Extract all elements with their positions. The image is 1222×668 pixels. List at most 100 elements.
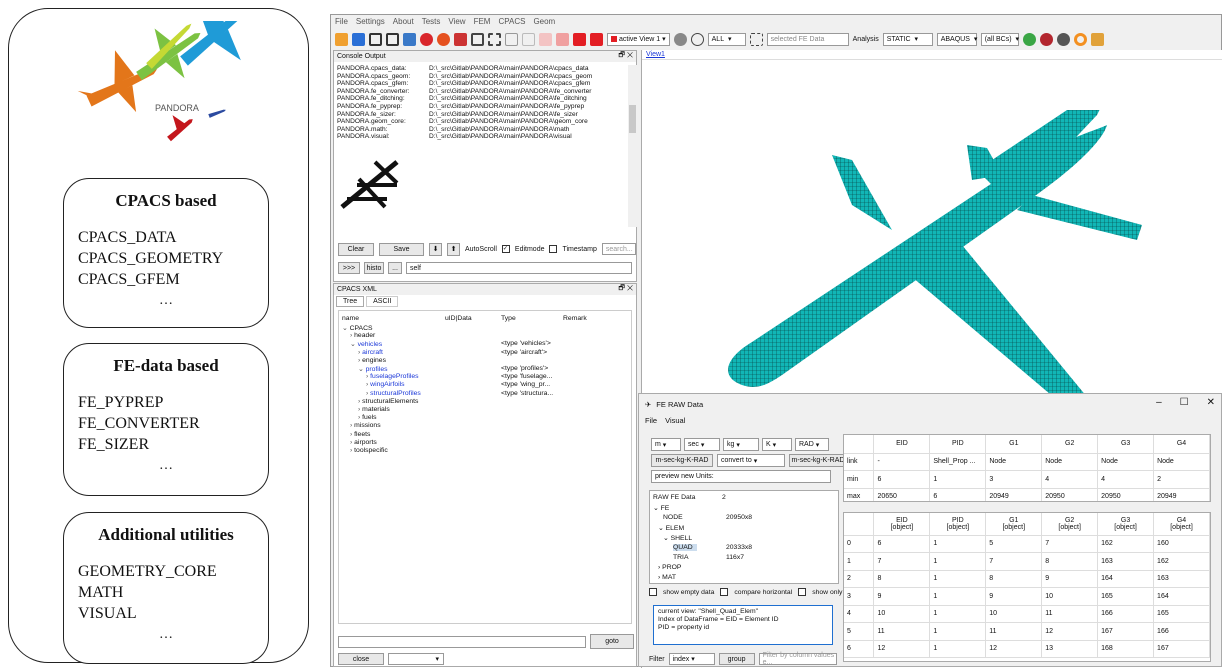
show-empty-checkbox[interactable] xyxy=(649,588,657,596)
column-header[interactable]: EID xyxy=(873,435,931,454)
table-cell[interactable]: 5 xyxy=(844,622,875,641)
table-cell[interactable]: 11 xyxy=(873,622,931,641)
tree-node[interactable]: › wingAirfoils xyxy=(366,381,405,388)
tree-node[interactable]: ⌄ vehicles xyxy=(350,340,382,348)
column-header[interactable]: G3 [object] xyxy=(1097,513,1155,536)
table-row[interactable]: 6 12 1 12 13 168 167 xyxy=(844,640,1210,658)
close-icon[interactable]: ✕ xyxy=(1207,397,1215,408)
unit-time-select[interactable]: sec ▾ xyxy=(684,438,720,451)
all-select[interactable]: ALL ▾ xyxy=(707,32,746,46)
unit-temp-select[interactable]: K ▾ xyxy=(762,438,792,451)
tree-node[interactable]: › aircraft xyxy=(358,349,383,356)
group-button[interactable]: group xyxy=(718,653,755,665)
goto-button[interactable]: goto xyxy=(590,634,634,649)
command-input[interactable]: self xyxy=(406,262,632,274)
col-uid[interactable]: uID|Data xyxy=(445,315,472,322)
column-header[interactable]: G1 [object] xyxy=(985,513,1043,536)
clear-button[interactable]: Clear xyxy=(338,242,374,256)
tree-chevron-icon[interactable]: ⌄ xyxy=(663,535,671,542)
import-icon[interactable] xyxy=(369,32,382,46)
export-icon[interactable] xyxy=(386,32,399,46)
tab-ascii[interactable]: ASCII xyxy=(366,296,399,307)
table-cell[interactable]: 11 xyxy=(985,622,1043,641)
save-icon[interactable] xyxy=(352,32,365,46)
expanded-chevron-icon[interactable]: ⌄ xyxy=(342,325,350,332)
raw-menu-file[interactable]: File xyxy=(645,416,657,425)
active-view-select[interactable]: active View 1 ▾ xyxy=(607,32,670,46)
table-cell[interactable]: max xyxy=(844,488,875,501)
column-header[interactable]: G3 xyxy=(1097,435,1155,454)
tree-node[interactable]: › materials xyxy=(358,406,390,413)
tree-chevron-icon[interactable]: ⌄ xyxy=(653,505,661,512)
table-cell[interactable]: min xyxy=(844,470,875,489)
table-cell[interactable]: 1 xyxy=(929,605,987,623)
table-cell[interactable]: 3 xyxy=(844,587,875,606)
table-cell[interactable]: 3 xyxy=(985,470,1043,489)
col-type[interactable]: Type xyxy=(501,315,516,322)
table-cell[interactable]: 7 xyxy=(1041,535,1099,553)
table-cell[interactable]: 9 xyxy=(1041,570,1099,588)
raw-menu-visual[interactable]: Visual xyxy=(665,416,685,425)
bcs-select[interactable]: (all BCs) ▾ xyxy=(980,32,1019,46)
table-cell[interactable]: Node xyxy=(1097,453,1155,471)
col-remark[interactable]: Remark xyxy=(563,315,587,322)
column-header[interactable]: G4 xyxy=(1153,435,1210,454)
filter-input[interactable]: Filter by column values e... xyxy=(758,652,837,666)
table-cell[interactable]: 6 xyxy=(873,535,931,553)
table-cell[interactable]: 8 xyxy=(1041,552,1099,571)
table-cell[interactable]: 165 xyxy=(1097,587,1155,606)
table-cell[interactable]: 4 xyxy=(1097,470,1155,489)
table-cell[interactable]: 10 xyxy=(873,605,931,623)
expanded-chevron-icon[interactable]: ⌄ xyxy=(350,341,358,348)
col-name[interactable]: name xyxy=(342,315,359,322)
red-marker-icon[interactable] xyxy=(556,32,569,46)
menu-file[interactable]: File xyxy=(335,17,348,26)
table-cell[interactable]: 20650 xyxy=(873,488,931,501)
column-header[interactable] xyxy=(844,435,875,454)
table-cell[interactable]: 167 xyxy=(1153,640,1210,658)
table-cell[interactable]: 12 xyxy=(985,640,1043,658)
table-cell[interactable]: 162 xyxy=(1097,535,1155,553)
paint-icon[interactable] xyxy=(1090,32,1104,46)
mesh-icon[interactable] xyxy=(454,32,467,46)
table-row[interactable]: 3 9 1 9 10 165 164 xyxy=(844,587,1210,606)
table-cell[interactable]: 1 xyxy=(929,470,987,489)
unit-length-select[interactable]: m ▾ xyxy=(651,438,681,451)
table-row[interactable]: link - Shell_Prop ... Node Node Node Node xyxy=(844,453,1210,471)
table-cell[interactable]: 20950 xyxy=(1097,488,1155,501)
table-cell[interactable]: 8 xyxy=(985,570,1043,588)
minimize-icon[interactable]: – xyxy=(1156,397,1162,408)
tree-node[interactable]: › fleets xyxy=(350,431,370,438)
table-cell[interactable]: 2 xyxy=(1153,470,1210,489)
table-cell[interactable]: Node xyxy=(1153,453,1210,471)
trash-icon[interactable] xyxy=(471,32,484,46)
tree-node[interactable]: › missions xyxy=(350,422,381,429)
preview-units-select[interactable]: preview new Units: xyxy=(651,470,831,483)
table-cell[interactable]: 8 xyxy=(873,570,931,588)
unit-mass-select[interactable]: kg ▾ xyxy=(723,438,759,451)
table-cell[interactable]: 164 xyxy=(1153,587,1210,606)
table-cell[interactable]: 6 xyxy=(929,488,987,501)
table-cell[interactable]: 164 xyxy=(1097,570,1155,588)
analysis-select[interactable]: STATIC ▾ xyxy=(882,32,933,46)
tab-view1[interactable]: View1 xyxy=(642,50,1222,60)
table-cell[interactable]: 5 xyxy=(985,535,1043,553)
table-cell[interactable]: 9 xyxy=(985,587,1043,606)
unit-angle-select[interactable]: RAD ▾ xyxy=(795,438,829,451)
column-header[interactable]: G2 xyxy=(1041,435,1099,454)
plane-icon[interactable] xyxy=(522,32,535,46)
table-cell[interactable]: 20949 xyxy=(1153,488,1210,501)
raw-tree-node[interactable]: NODE xyxy=(663,514,683,521)
red-square2-icon[interactable] xyxy=(590,32,603,46)
settings2-icon[interactable] xyxy=(1056,32,1070,46)
select-icon[interactable] xyxy=(749,32,763,46)
close-select[interactable]: ▾ xyxy=(388,653,444,665)
table-cell[interactable]: 9 xyxy=(873,587,931,606)
histo-button[interactable]: histo xyxy=(364,262,384,274)
table-row[interactable]: 5 11 1 11 12 167 166 xyxy=(844,622,1210,641)
menu-geom[interactable]: Geom xyxy=(533,17,555,26)
maximize-icon[interactable]: ☐ xyxy=(1180,397,1189,408)
menu-view[interactable]: View xyxy=(448,17,465,26)
console-search-input[interactable]: search... xyxy=(601,243,636,255)
table-cell[interactable]: 1 xyxy=(929,622,987,641)
